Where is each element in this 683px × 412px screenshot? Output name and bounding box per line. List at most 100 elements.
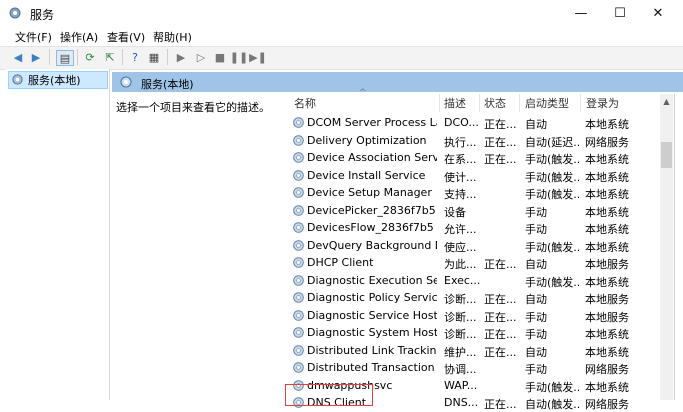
services-gear-icon	[9, 7, 21, 19]
service-log-on-as: 本地系统	[585, 118, 629, 131]
service-startup-type: 自动	[525, 293, 547, 306]
service-row[interactable]: Distributed Link Tracking... 维护... 正在... 自动…	[290, 342, 660, 360]
service-startup-type: 手动	[525, 205, 547, 219]
service-log-on-as: 本地系统	[585, 380, 629, 394]
service-description: WAP...	[444, 378, 478, 392]
service-gear-icon	[292, 344, 305, 357]
restart-service-icon[interactable]: ▶❚	[249, 50, 267, 64]
service-log-on-as: 本地系统	[585, 240, 629, 254]
service-log-on-as: 网络服务	[585, 363, 629, 376]
service-startup-type: 手动(触发...	[525, 275, 581, 289]
column-header-status[interactable]: 状态	[484, 95, 506, 111]
column-header-name[interactable]: 名称	[294, 95, 316, 111]
back-icon[interactable]: ◀	[10, 50, 26, 64]
service-row[interactable]: DevicesFlow_2836f7b5 允许... 手动 本地系统	[290, 219, 660, 237]
service-gear-icon	[292, 256, 305, 269]
service-gear-icon	[292, 169, 305, 182]
service-status: 正在...	[484, 118, 517, 131]
service-log-on-as: 网络服务	[585, 135, 629, 149]
menu-bar	[0, 26, 683, 46]
service-status: 正在...	[484, 398, 517, 411]
service-name: Device Setup Manager	[307, 186, 432, 199]
start-service-alt-icon[interactable]: ▷	[193, 50, 209, 64]
service-name: DevicePicker_2836f7b5	[307, 203, 436, 217]
service-startup-type: 自动	[525, 118, 547, 131]
menu-file[interactable]: 文件(F)	[13, 27, 54, 47]
service-gear-icon	[292, 291, 305, 304]
service-log-on-as: 本地系统	[585, 275, 629, 289]
toolbar-divider	[167, 49, 168, 65]
service-name: DHCP Client	[307, 256, 374, 269]
column-divider[interactable]	[479, 94, 480, 112]
service-row[interactable]: DCOM Server Process La... DCO... 正在... 自动 本地…	[290, 114, 660, 132]
service-name: Diagnostic Service Host	[307, 308, 437, 322]
service-gear-icon	[292, 151, 305, 164]
service-description: 诊断...	[444, 328, 477, 341]
menu-view[interactable]: 查看(V)	[105, 27, 147, 47]
service-log-on-as: 本地系统	[585, 170, 629, 184]
help-icon[interactable]: ?	[127, 50, 143, 64]
service-gear-icon	[292, 274, 305, 287]
service-row[interactable]: Device Setup Manager 支持... 手动(触发... 本地系统	[290, 184, 660, 202]
service-row[interactable]: Device Association Service 在系... 正在... 手动(触…	[290, 149, 660, 167]
service-startup-type: 自动(延迟...	[525, 135, 581, 149]
export-list-icon[interactable]: ⇱	[102, 50, 118, 64]
stop-service-icon[interactable]: ■	[212, 50, 228, 64]
service-name: Diagnostic Policy Service	[307, 291, 437, 304]
column-divider[interactable]	[519, 94, 520, 112]
service-status: 正在...	[484, 328, 517, 341]
service-row[interactable]: Diagnostic Policy Service 诊断... 正在... 自动 本地服…	[290, 289, 660, 307]
column-header-log-on-as[interactable]: 登录为	[586, 95, 619, 111]
service-name: Device Association Service	[307, 151, 437, 164]
forward-icon[interactable]: ▶	[28, 50, 44, 64]
service-log-on-as: 本地服务	[585, 293, 629, 306]
service-description: 为此...	[444, 258, 477, 271]
service-description: 使计...	[444, 170, 477, 184]
service-row[interactable]: DevicePicker_2836f7b5 设备 手动 本地系统	[290, 202, 660, 220]
service-startup-type: 自动	[525, 258, 547, 271]
column-header-startup-type[interactable]: 启动类型	[525, 95, 569, 111]
service-description: 诊断...	[444, 310, 477, 324]
service-gear-icon	[292, 204, 305, 217]
service-description: 维护...	[444, 345, 477, 359]
vertical-scrollbar[interactable]	[660, 94, 673, 400]
menu-help[interactable]: 帮助(H)	[151, 27, 194, 47]
service-description: 允许...	[444, 223, 477, 236]
show-console-tree-icon[interactable]: ▤	[56, 50, 74, 66]
service-row[interactable]: Device Install Service 使计... 手动(触发... 本地系统	[290, 167, 660, 185]
content-header	[112, 72, 683, 92]
service-row[interactable]: Diagnostic Execution Ser... Exec... 手动(触发.…	[290, 272, 660, 290]
service-gear-icon	[292, 186, 305, 199]
pause-service-icon[interactable]: ❚❚	[230, 50, 248, 64]
column-divider[interactable]	[580, 94, 581, 112]
service-row[interactable]: Diagnostic System Host 诊断... 正在... 手动 本地系统	[290, 324, 660, 342]
menu-action[interactable]: 操作(A)	[58, 27, 100, 47]
service-description: 设备	[444, 205, 466, 219]
service-startup-type: 手动	[525, 363, 547, 376]
service-startup-type: 手动	[525, 223, 547, 236]
service-row[interactable]: Distributed Transaction C... 协调... 手动 网络服务	[290, 359, 660, 377]
service-startup-type: 手动(触发...	[525, 240, 581, 254]
start-service-icon[interactable]: ▶	[173, 50, 189, 64]
service-row[interactable]: Delivery Optimization 执行... 正在... 自动(延迟... 网…	[290, 132, 660, 150]
service-gear-icon	[292, 309, 305, 322]
service-name: Distributed Transaction C...	[307, 361, 437, 374]
scrollbar-thumb[interactable]	[661, 142, 672, 168]
service-startup-type: 手动(触发...	[525, 153, 581, 166]
close-button[interactable]: ✕	[635, 0, 681, 26]
scroll-up-icon[interactable]: ▲	[660, 94, 673, 108]
service-log-on-as: 本地系统	[585, 223, 629, 236]
column-divider[interactable]	[439, 94, 440, 112]
service-description: 协调...	[444, 363, 477, 376]
service-row[interactable]: DevQuery Background D... 使应... 手动(触发... 本地系…	[290, 237, 660, 255]
service-row[interactable]: DHCP Client 为此... 正在... 自动 本地服务	[290, 254, 660, 272]
properties-icon[interactable]: ▦	[146, 50, 162, 64]
service-status: 正在...	[484, 293, 517, 306]
column-header-description[interactable]: 描述	[444, 95, 466, 111]
refresh-icon[interactable]: ⟳	[82, 50, 98, 64]
description-text: 选择一个项目来查看它的描述。	[116, 101, 270, 114]
service-description: 执行...	[444, 135, 477, 149]
service-row[interactable]: Diagnostic Service Host 诊断... 正在... 手动 本地服务	[290, 307, 660, 325]
service-name: Diagnostic Execution Ser...	[307, 273, 437, 287]
service-startup-type: 手动	[525, 310, 547, 324]
